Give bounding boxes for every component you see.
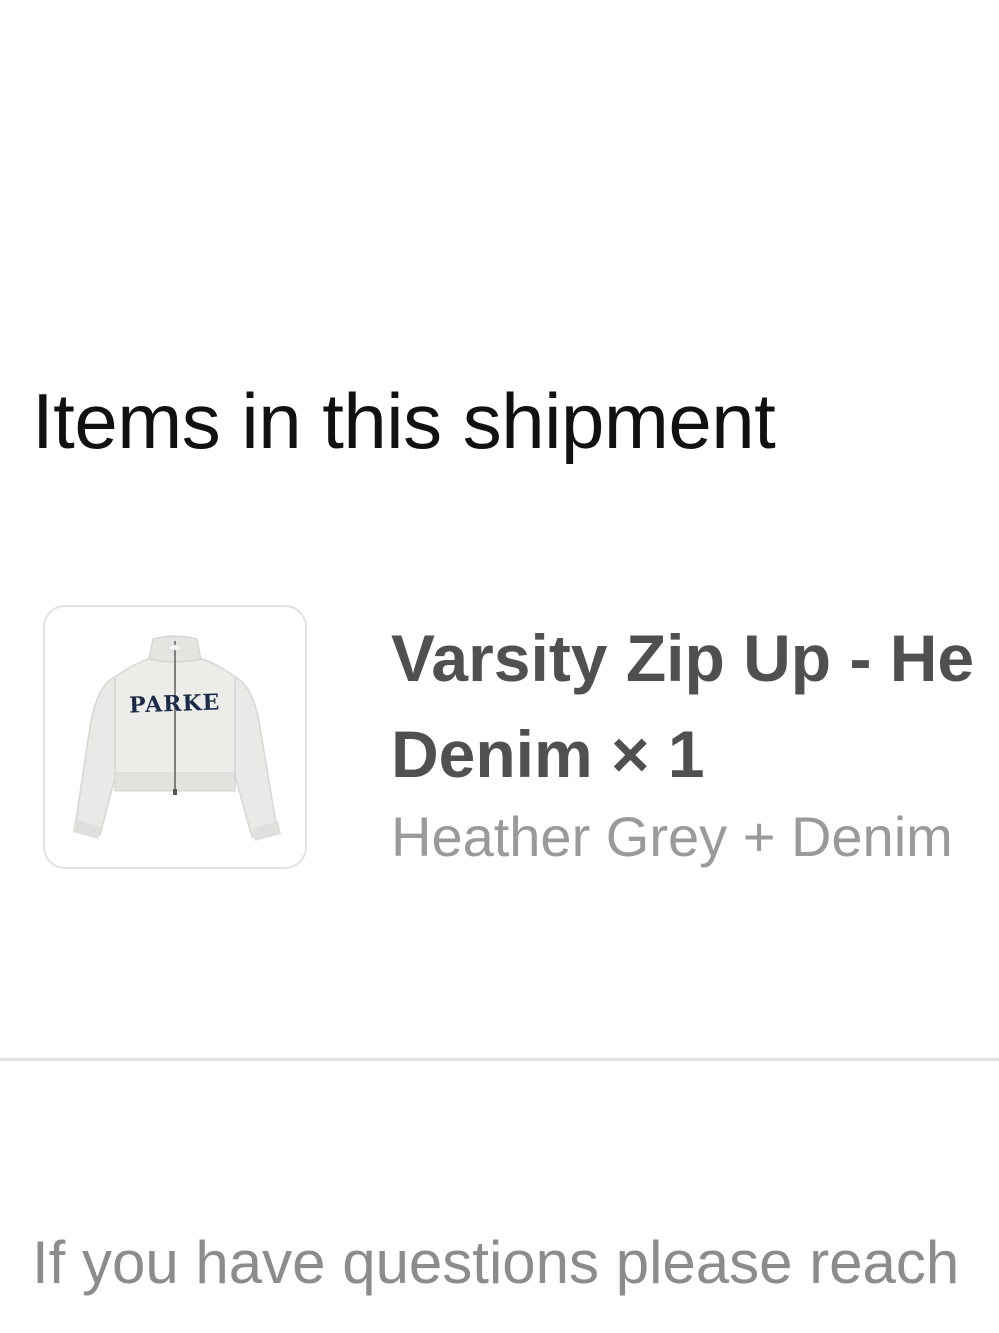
shipment-item[interactable]: PARKE Varsity Zip Up - He Denim × 1 Heat… [0, 600, 999, 880]
item-name-line-1[interactable]: Varsity Zip Up - He [391, 610, 999, 706]
item-name-line-2[interactable]: Denim × 1 [391, 706, 999, 802]
section-title: Items in this shipment [32, 377, 776, 465]
support-message: If you have questions please reach [32, 1229, 960, 1296]
divider [0, 1058, 999, 1061]
item-variant: Heather Grey + Denim [391, 805, 953, 868]
cropped-zip-jacket-icon: PARKE [73, 635, 281, 841]
product-thumbnail[interactable]: PARKE [43, 605, 307, 869]
jacket-wordmark: PARKE [129, 689, 221, 718]
item-details: Varsity Zip Up - He Denim × 1 Heather Gr… [391, 610, 999, 872]
